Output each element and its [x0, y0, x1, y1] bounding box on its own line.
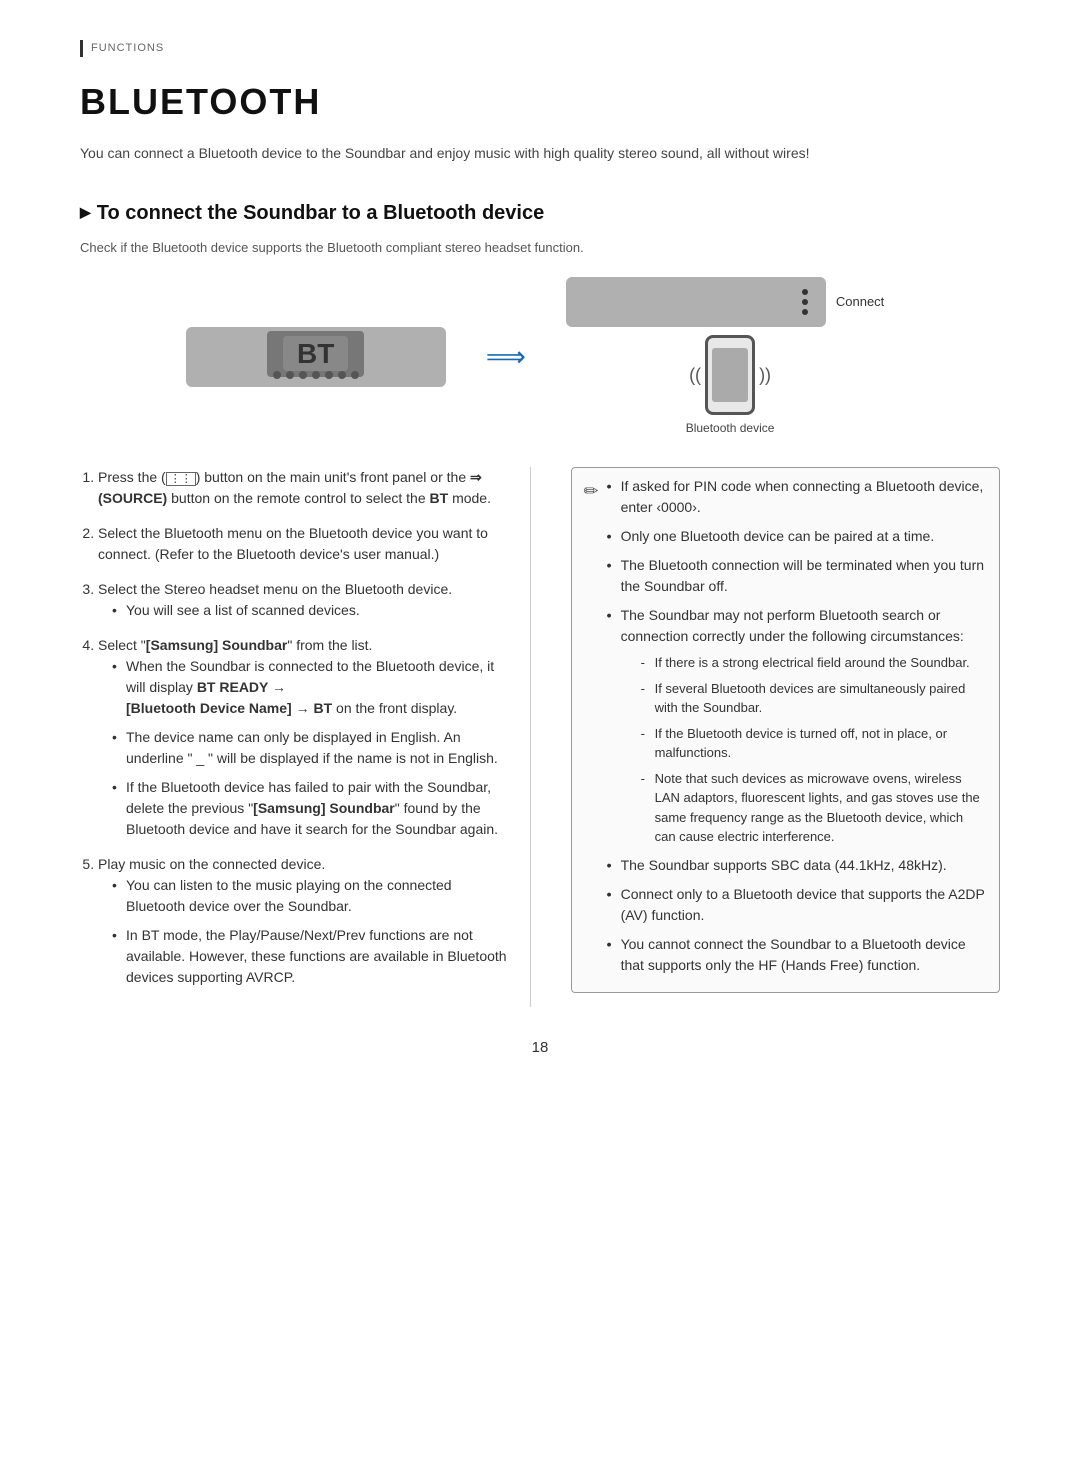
- right-diagram: Connect (( )) Bluetooth device: [566, 277, 894, 437]
- note-1: • If asked for PIN code when connecting …: [607, 476, 987, 518]
- step-5: Play music on the connected device. You …: [98, 854, 510, 988]
- step-3-bullet: You will see a list of scanned devices.: [112, 600, 510, 621]
- subtitle: Check if the Bluetooth device supports t…: [80, 238, 1000, 258]
- note-4: • The Soundbar may not perform Bluetooth…: [607, 605, 987, 847]
- circumstance-2: If several Bluetooth devices are simulta…: [641, 679, 987, 718]
- arrow-icon: ⟹: [486, 336, 526, 378]
- step-5-bullet-1: You can listen to the music playing on t…: [112, 875, 510, 917]
- step-3: Select the Stereo headset menu on the Bl…: [98, 579, 510, 621]
- page-title: BLUETOOTH: [80, 75, 1000, 129]
- note-3: • The Bluetooth connection will be termi…: [607, 555, 987, 597]
- bt-device-label: Bluetooth device: [686, 419, 775, 437]
- circumstance-4: Note that such devices as microwave oven…: [641, 769, 987, 847]
- step-5-bullet-2: In BT mode, the Play/Pause/Next/Prev fun…: [112, 925, 510, 988]
- col-right: ✏ • If asked for PIN code when connectin…: [561, 467, 1001, 1007]
- page-number: 18: [80, 1037, 1000, 1060]
- bt-label: BT: [283, 336, 348, 371]
- note-2: • Only one Bluetooth device can be paire…: [607, 526, 987, 547]
- connect-label: Connect: [836, 292, 884, 312]
- step-4: Select "[Samsung] Soundbar" from the lis…: [98, 635, 510, 840]
- intro-text: You can connect a Bluetooth device to th…: [80, 143, 1000, 164]
- step-4-bullet-1: When the Soundbar is connected to the Bl…: [112, 656, 510, 719]
- note-5: • The Soundbar supports SBC data (44.1kH…: [607, 855, 987, 876]
- soundbar-right: [566, 277, 826, 327]
- two-col: Press the (⋮⋮) button on the main unit's…: [80, 467, 1000, 1007]
- wave-right-icon: )): [759, 362, 771, 389]
- note-content: • If asked for PIN code when connecting …: [607, 476, 987, 984]
- steps-list: Press the (⋮⋮) button on the main unit's…: [80, 467, 510, 988]
- phone-device: (( )) Bluetooth device: [686, 335, 775, 437]
- diagram-row: BT ⟹ Connect (( )): [80, 277, 1000, 437]
- section-header: To connect the Soundbar to a Bluetooth d…: [80, 198, 1000, 228]
- col-left: Press the (⋮⋮) button on the main unit's…: [80, 467, 531, 1007]
- functions-label: FUNCTIONS: [80, 40, 1000, 57]
- wave-left-icon: ((: [689, 362, 701, 389]
- soundbar-left: BT: [186, 327, 446, 387]
- step-2: Select the Bluetooth menu on the Bluetoo…: [98, 523, 510, 565]
- phone-icon: [705, 335, 755, 415]
- step-1: Press the (⋮⋮) button on the main unit's…: [98, 467, 510, 509]
- circumstance-3: If the Bluetooth device is turned off, n…: [641, 724, 987, 763]
- step-4-bullet-2: The device name can only be displayed in…: [112, 727, 510, 769]
- note-7: • You cannot connect the Soundbar to a B…: [607, 934, 987, 976]
- note-icon: ✏: [584, 478, 599, 505]
- note-box: ✏ • If asked for PIN code when connectin…: [571, 467, 1001, 993]
- note-6: • Connect only to a Bluetooth device tha…: [607, 884, 987, 926]
- step-4-bullet-3: If the Bluetooth device has failed to pa…: [112, 777, 510, 840]
- circumstance-1: If there is a strong electrical field ar…: [641, 653, 987, 673]
